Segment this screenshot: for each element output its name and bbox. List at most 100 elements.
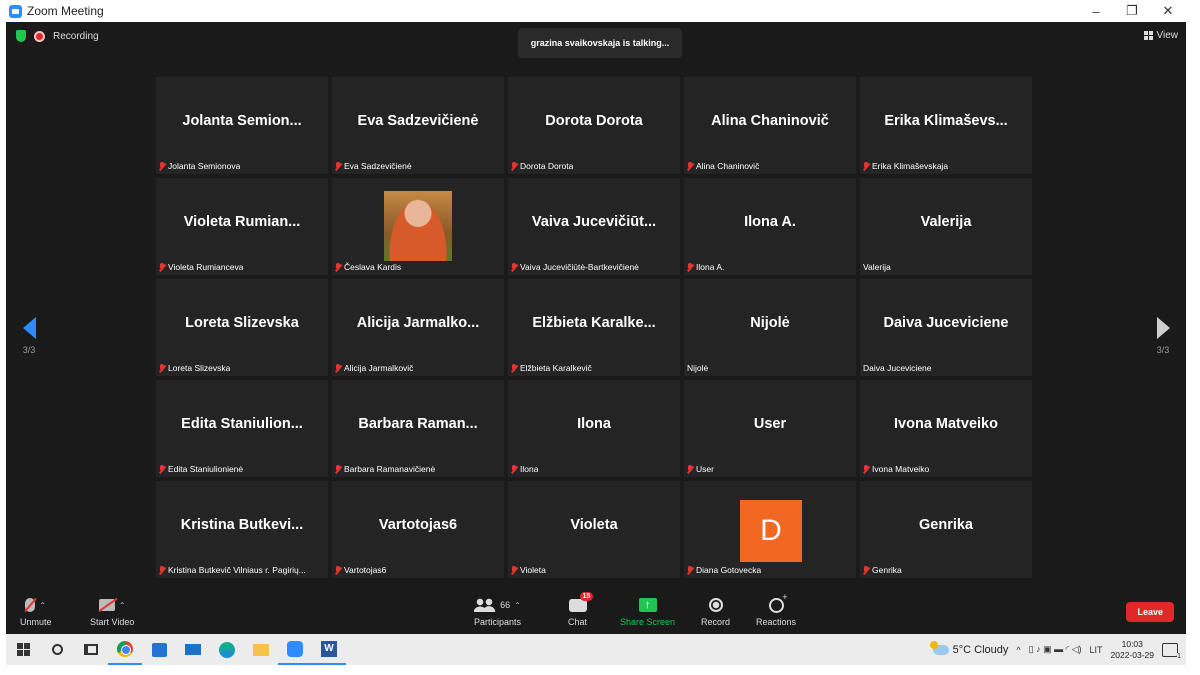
previous-page-button[interactable]: 3/3 xyxy=(14,317,44,355)
participant-tile[interactable]: Ilona Ilona xyxy=(508,380,680,477)
windows-taskbar: W 5°C Cloudy ^ ▯ ♪ ▣ ▬ ◜ ◁) LIT 10:03 20… xyxy=(6,634,1186,665)
participant-tile[interactable]: Violeta Violeta xyxy=(508,481,680,578)
participants-button[interactable]: 66 ⌃ Participants xyxy=(474,596,521,627)
muted-mic-icon xyxy=(511,161,517,171)
muted-mic-icon xyxy=(863,565,869,575)
participant-name: Vaiva Jucevičiūtė-Bartkevičienė xyxy=(520,262,639,272)
participant-photo xyxy=(384,191,452,261)
participant-display-name: User xyxy=(753,416,787,432)
participant-name: Violeta xyxy=(520,565,546,575)
minimize-button[interactable]: – xyxy=(1078,0,1114,22)
weather-text: 5°C Cloudy xyxy=(952,643,1009,656)
participant-display-name: Vartotojas6 xyxy=(378,517,458,533)
participant-tile[interactable]: Valerija Valerija xyxy=(860,178,1032,275)
participant-tile[interactable]: Edita Staniulion... Edita Staniulionienė xyxy=(156,380,328,477)
view-button[interactable]: View xyxy=(1143,30,1178,41)
participant-name: Jolanta Semionova xyxy=(168,161,241,171)
weather-widget[interactable]: 5°C Cloudy xyxy=(929,640,1009,656)
participant-tile[interactable]: Česlava Kardis xyxy=(332,178,504,275)
participant-tile[interactable]: Genrika Genrika xyxy=(860,481,1032,578)
participants-count: 66 xyxy=(500,600,511,610)
tray-icons[interactable]: ▯ ♪ ▣ ▬ ◜ ◁) xyxy=(1029,644,1082,655)
participant-tile[interactable]: Loreta Slizevska Loreta Slizevska xyxy=(156,279,328,376)
taskbar-mail[interactable] xyxy=(176,634,210,665)
participant-display-name: Ilona A. xyxy=(744,214,796,230)
search-button[interactable] xyxy=(40,634,74,665)
taskbar-store[interactable] xyxy=(142,634,176,665)
participant-tile[interactable]: Eva Sadzevičienė Eva Sadzevičienė xyxy=(332,77,504,174)
muted-mic-icon xyxy=(335,363,341,373)
title-bar: Zoom Meeting – ❐ ✕ xyxy=(6,0,1186,22)
participant-name: Vartotojas6 xyxy=(344,565,387,575)
participant-tile[interactable]: Ilona A. Ilona A. xyxy=(684,178,856,275)
muted-mic-icon xyxy=(159,464,165,474)
search-icon xyxy=(51,644,63,655)
muted-mic-icon xyxy=(159,363,165,373)
share-screen-button[interactable]: ↑ Share Screen xyxy=(620,596,675,627)
chevron-up-icon[interactable]: ⌃ xyxy=(514,601,521,610)
restore-button[interactable]: ❐ xyxy=(1114,0,1150,22)
zoom-icon xyxy=(287,640,303,657)
participant-tile[interactable]: Daiva Juceviciene Daiva Juceviciene xyxy=(860,279,1032,376)
chevron-up-icon[interactable]: ⌃ xyxy=(119,601,126,610)
reactions-button[interactable]: Reactions xyxy=(756,592,796,628)
participant-name-label: Alina Chaninovič xyxy=(687,161,759,171)
task-view-button[interactable] xyxy=(74,634,108,665)
next-page-button[interactable]: 3/3 xyxy=(1148,317,1178,355)
system-tray: 5°C Cloudy ^ ▯ ♪ ▣ ▬ ◜ ◁) LIT 10:03 2022… xyxy=(929,634,1181,665)
participant-tile[interactable]: Jolanta Semion... Jolanta Semionova xyxy=(156,77,328,174)
participant-name: Česlava Kardis xyxy=(344,262,402,272)
share-screen-label: Share Screen xyxy=(620,617,676,627)
zoom-window: Zoom Meeting – ❐ ✕ Recording grazina sva… xyxy=(6,0,1186,665)
muted-mic-icon xyxy=(687,464,693,474)
taskbar-edge[interactable] xyxy=(210,634,244,665)
record-button[interactable]: Record xyxy=(701,596,730,627)
chat-label: Chat xyxy=(568,617,588,627)
participant-tile[interactable]: Erika Klimaševs... Erika Klimaševskaja xyxy=(860,77,1032,174)
taskbar-word[interactable]: W xyxy=(312,634,346,665)
participant-name-label: Violeta Rumianceva xyxy=(159,262,243,272)
taskbar-zoom[interactable] xyxy=(278,634,312,665)
reactions-icon xyxy=(768,592,788,613)
start-button[interactable] xyxy=(6,634,40,665)
taskbar-explorer[interactable] xyxy=(244,634,278,665)
mail-icon xyxy=(185,644,201,655)
participant-tile[interactable]: Nijolė Nijolė xyxy=(684,279,856,376)
chat-button[interactable]: 15 Chat xyxy=(568,591,594,627)
unmute-button[interactable]: ⌃ Unmute xyxy=(20,596,52,627)
participant-name: Edita Staniulionienė xyxy=(168,464,244,474)
participant-tile[interactable]: Ivona Matveiko Ivona Matveiko xyxy=(860,380,1032,477)
tray-chevron-up-icon[interactable]: ^ xyxy=(1016,645,1020,655)
participant-name-label: Alicija Jarmalkovič xyxy=(335,363,413,373)
participant-tile[interactable]: Elžbieta Karalke... Elžbieta Karalkevič xyxy=(508,279,680,376)
participants-icon xyxy=(474,598,497,612)
shield-icon[interactable] xyxy=(16,30,26,42)
participant-tile[interactable]: Barbara Raman... Barbara Ramanavičienė xyxy=(332,380,504,477)
participant-tile[interactable]: User User xyxy=(684,380,856,477)
clock[interactable]: 10:03 2022-03-29 xyxy=(1111,639,1154,661)
participant-tile[interactable]: Alina Chaninovič Alina Chaninovič xyxy=(684,77,856,174)
unmute-label: Unmute xyxy=(20,617,52,627)
chevron-up-icon[interactable]: ⌃ xyxy=(39,601,46,610)
store-icon xyxy=(151,642,167,657)
participant-tile[interactable]: D Diana Gotovecka xyxy=(684,481,856,578)
participant-tile[interactable]: Alicija Jarmalko... Alicija Jarmalkovič xyxy=(332,279,504,376)
clock-date: 2022-03-29 xyxy=(1110,649,1154,660)
participant-tile[interactable]: Dorota Dorota Dorota Dorota xyxy=(508,77,680,174)
muted-mic-icon xyxy=(687,262,693,272)
muted-mic-icon xyxy=(335,161,341,171)
participant-name-label: Loreta Slizevska xyxy=(159,363,230,373)
muted-mic-icon xyxy=(511,464,517,474)
participant-tile[interactable]: Vaiva Jucevičiūt... Vaiva Jucevičiūtė-Bar… xyxy=(508,178,680,275)
start-video-button[interactable]: ⌃ Start Video xyxy=(90,596,134,627)
participant-tile[interactable]: Kristina Butkevi... Kristina Butkevič Vil… xyxy=(156,481,328,578)
notifications-icon[interactable]: 1 xyxy=(1162,642,1181,660)
language-indicator[interactable]: LIT xyxy=(1090,645,1103,655)
participant-tile[interactable]: Vartotojas6 Vartotojas6 xyxy=(332,481,504,578)
video-off-icon xyxy=(98,599,115,611)
close-button[interactable]: ✕ xyxy=(1150,0,1186,22)
taskbar-chrome[interactable] xyxy=(108,634,142,665)
participant-tile[interactable]: Violeta Rumian... Violeta Rumianceva xyxy=(156,178,328,275)
participant-name: User xyxy=(696,464,714,474)
leave-button[interactable]: Leave xyxy=(1126,602,1174,622)
